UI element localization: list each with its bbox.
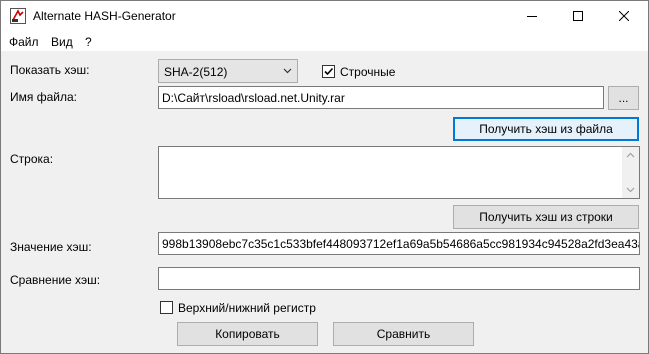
lowercase-checkbox[interactable] — [322, 65, 335, 78]
close-button[interactable] — [601, 1, 647, 31]
menu-view[interactable]: Вид — [51, 35, 73, 49]
minimize-icon — [527, 16, 537, 17]
get-file-hash-button[interactable]: Получить хэш из файла — [453, 117, 639, 141]
scroll-down-icon — [626, 187, 635, 193]
file-path-value: D:\Сайт\rsload\rsload.net.Unity.rar — [162, 91, 345, 105]
compare-button[interactable]: Сравнить — [333, 322, 474, 346]
title-bar: Alternate HASH-Generator — [1, 1, 648, 31]
compare-field[interactable] — [158, 267, 640, 290]
maximize-icon — [573, 11, 583, 21]
checkmark-icon — [324, 67, 334, 76]
menu-bar: Файл Вид ? — [1, 31, 648, 52]
chevron-down-icon — [283, 68, 292, 74]
hash-value-label: Значение хэш: — [10, 240, 92, 254]
case-checkbox[interactable] — [160, 301, 173, 314]
copy-button[interactable]: Копировать — [177, 322, 318, 346]
file-name-label: Имя файла: — [10, 90, 77, 104]
string-input[interactable] — [158, 146, 640, 199]
hash-type-label: Показать хэш: — [10, 63, 90, 77]
lowercase-label: Строчные — [340, 65, 396, 79]
menu-help[interactable]: ? — [85, 35, 92, 49]
minimize-button[interactable] — [509, 1, 555, 31]
string-label: Строка: — [10, 152, 54, 166]
get-string-hash-button[interactable]: Получить хэш из строки — [453, 205, 639, 229]
compare-label: Сравнение хэш: — [10, 273, 101, 287]
scroll-up-icon — [626, 152, 635, 158]
hash-type-select[interactable]: SHA-2(512) — [158, 59, 298, 83]
app-icon — [10, 8, 26, 24]
string-scrollbar[interactable] — [622, 147, 639, 198]
hash-type-selected: SHA-2(512) — [164, 65, 228, 79]
close-icon — [619, 11, 629, 21]
browse-button[interactable]: ... — [608, 86, 639, 110]
case-label: Верхний/нижний регистр — [178, 301, 316, 315]
hash-value-text: 998b13908ebc7c35c1c533bfef448093712ef1a6… — [162, 237, 640, 251]
file-path-field[interactable]: D:\Сайт\rsload\rsload.net.Unity.rar — [158, 86, 604, 109]
maximize-button[interactable] — [555, 1, 601, 31]
window-title: Alternate HASH-Generator — [33, 9, 176, 23]
app-window: Alternate HASH-Generator Файл Вид ? Пока… — [0, 0, 649, 354]
menu-file[interactable]: Файл — [9, 35, 39, 49]
hash-value-field[interactable]: 998b13908ebc7c35c1c533bfef448093712ef1a6… — [158, 232, 640, 255]
